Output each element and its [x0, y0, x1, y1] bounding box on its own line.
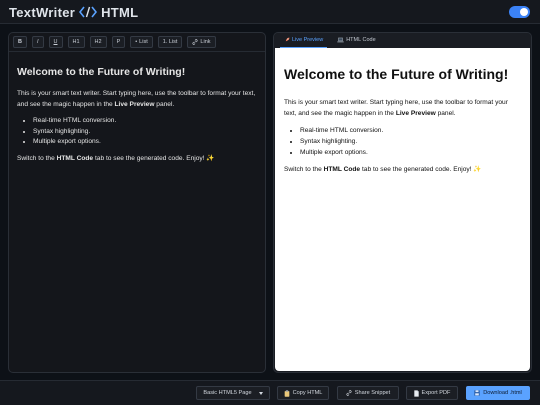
list-item: Syntax highlighting. [33, 127, 257, 138]
template-select-value: Basic HTML5 Page [203, 390, 252, 396]
copy-html-label: Copy HTML [292, 390, 323, 396]
bullet-list-button[interactable]: • List [130, 36, 153, 48]
underline-label: U [53, 39, 58, 45]
template-select[interactable]: Basic HTML5 Page [196, 386, 270, 400]
floppy-disk-icon [474, 390, 480, 396]
clipboard-icon [284, 389, 290, 397]
italic-button[interactable]: I [31, 36, 44, 48]
brand-suffix: HTML [101, 4, 139, 20]
preview-list: Real-time HTML conversion. Syntax highli… [300, 125, 521, 158]
tab-live-preview-label: Live Preview [292, 36, 324, 43]
h1-button[interactable]: H1 [67, 36, 85, 48]
editor-panel: B I U H1 H2 P • List 1. List Link Welcom… [8, 32, 266, 373]
preview-intro: This is your smart text writer. Start ty… [284, 99, 508, 117]
link-icon [346, 390, 352, 396]
list-item: Multiple export options. [33, 137, 257, 148]
preview-tabs: Live Preview HTML Code [274, 33, 531, 48]
rocket-icon [284, 37, 290, 43]
action-footer: Basic HTML5 Page Copy HTML Share Snippet… [0, 380, 540, 405]
list-item: Real-time HTML conversion. [33, 116, 257, 127]
link-button[interactable]: Link [187, 36, 216, 48]
underline-button[interactable]: U [48, 36, 63, 48]
editor-intro: This is your smart text writer. Start ty… [17, 90, 256, 108]
download-html-label: Download .html [483, 390, 522, 396]
bold-label: B [18, 39, 22, 45]
brand-logo: TextWriter HTML [9, 4, 138, 20]
bullet-list-label: List [139, 39, 148, 45]
italic-label: I [36, 39, 39, 45]
tab-html-code-label: HTML Code [346, 37, 376, 43]
h2-button[interactable]: H2 [89, 36, 107, 48]
h2-label: H2 [94, 39, 102, 45]
bullet-icon: • [135, 39, 138, 45]
link-icon [192, 39, 198, 45]
export-pdf-label: Export PDF [421, 390, 451, 396]
paragraph-button[interactable]: P [111, 36, 126, 48]
tab-html-code[interactable]: HTML Code [333, 35, 379, 48]
brand-name: TextWriter [9, 4, 76, 20]
share-snippet-label: Share Snippet [354, 390, 391, 396]
editor-outro: Switch to the HTML Code tab to see the g… [17, 154, 215, 162]
theme-toggle[interactable] [509, 6, 530, 18]
editor-list: Real-time HTML conversion. Syntax highli… [33, 116, 257, 148]
editor-title: Welcome to the Future of Writing! [17, 66, 186, 78]
code-icon [79, 6, 98, 18]
list-item: Real-time HTML conversion. [300, 125, 521, 136]
bold-button[interactable]: B [13, 36, 27, 48]
export-pdf-button[interactable]: Export PDF [406, 386, 458, 400]
chevron-down-icon [258, 391, 263, 395]
copy-html-button[interactable]: Copy HTML [277, 386, 329, 400]
format-toolbar: B I U H1 H2 P • List 1. List Link [9, 33, 265, 52]
tab-live-preview[interactable]: Live Preview [280, 35, 328, 48]
laptop-icon [337, 37, 344, 43]
download-html-button[interactable]: Download .html [466, 386, 530, 400]
list-item: Multiple export options. [300, 147, 521, 158]
paragraph-label: P [116, 39, 121, 45]
document-icon [413, 389, 419, 397]
list-item: Syntax highlighting. [300, 136, 521, 147]
preview-outro: Switch to the HTML Code tab to see the g… [284, 166, 482, 173]
share-snippet-button[interactable]: Share Snippet [337, 386, 399, 400]
app-header: TextWriter HTML [0, 0, 540, 24]
toggle-knob [520, 8, 528, 16]
preview-title: Welcome to the Future of Writing! [284, 66, 509, 82]
preview-panel: Live Preview HTML Code Welcome to the Fu… [273, 32, 532, 373]
h1-label: H1 [72, 39, 80, 45]
editor-textarea[interactable]: Welcome to the Future of Writing! This i… [9, 52, 265, 164]
preview-content: Welcome to the Future of Writing! This i… [275, 48, 530, 371]
link-label: Link [200, 39, 211, 45]
numbered-list-button[interactable]: 1. List [157, 36, 183, 48]
numbered-list-label: 1. List [162, 39, 178, 45]
